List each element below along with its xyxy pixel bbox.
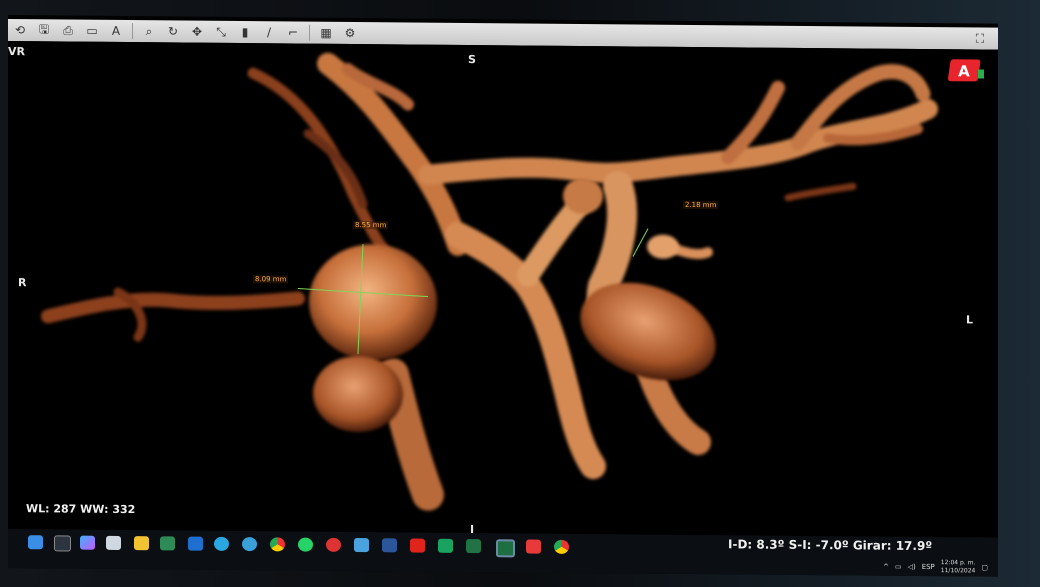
line-icon[interactable]: ∕ [260, 23, 278, 41]
toolbar-right: ⛶ [968, 29, 998, 47]
toolbar-divider [309, 24, 310, 41]
layout-icon[interactable]: ▭ [83, 22, 101, 40]
rotate-icon[interactable]: ⟲ [11, 21, 29, 39]
tray-language[interactable]: ESP [922, 563, 935, 571]
measurement-label: 8.09 mm [253, 275, 289, 284]
record-icon[interactable] [526, 539, 541, 554]
network-icon[interactable]: ▭ [895, 563, 902, 571]
toolbar-divider [132, 23, 133, 40]
meet-icon[interactable] [438, 538, 453, 553]
chevron-up-icon[interactable]: ^ [883, 563, 889, 571]
window-level-readout: WL: 287 WW: 332 [26, 502, 136, 517]
start-icon[interactable] [28, 535, 43, 550]
word-icon[interactable] [382, 538, 397, 553]
crop-icon[interactable]: ⌐ [284, 23, 302, 41]
dicom-icon[interactable] [496, 539, 515, 558]
clock-date: 11/10/2024 [940, 567, 976, 575]
volume-render-viewport[interactable]: VR S R L I 8.55 mm 8.09 mm 2.18 mm A WL:… [8, 41, 998, 540]
whatsapp-icon[interactable] [298, 537, 313, 552]
photos-icon[interactable] [160, 536, 175, 551]
pan-icon[interactable]: ✥ [188, 23, 206, 41]
print-icon[interactable]: ⎙ [59, 21, 77, 39]
reset-icon[interactable]: ↻ [164, 22, 182, 40]
store-icon[interactable] [188, 536, 203, 551]
volume-icon[interactable]: ◁) [908, 563, 916, 571]
settings-icon[interactable]: ⚙ [341, 24, 359, 42]
telegram-icon[interactable] [242, 537, 257, 552]
grid-icon[interactable]: ▦ [317, 24, 335, 42]
orientation-right: L [966, 313, 974, 327]
acrobat-icon[interactable] [410, 538, 425, 553]
excel-icon[interactable] [466, 538, 481, 554]
zoom-icon[interactable]: ⌕ [140, 22, 158, 40]
vessel-render [41, 52, 938, 511]
copilot-icon[interactable] [80, 535, 95, 550]
logo-letter: A [958, 62, 970, 80]
measure-icon[interactable]: ⤡ [212, 23, 230, 41]
viewer-icon[interactable] [326, 537, 341, 552]
fullscreen-icon[interactable]: ⛶ [971, 29, 989, 47]
measurement-label: 8.55 mm [353, 221, 389, 230]
text-icon[interactable]: A [107, 22, 125, 40]
notification-icon[interactable]: ▢ [981, 563, 988, 571]
camera-icon[interactable] [354, 538, 369, 553]
save-icon[interactable]: 🖫 [35, 21, 53, 39]
clock[interactable]: 12:04 p. m. 11/10/2024 [941, 559, 976, 575]
measurement-label: 2.18 mm [683, 200, 719, 210]
view-mode-label: VR [8, 45, 25, 59]
orientation-left: R [18, 276, 27, 290]
chrome-alt-icon[interactable] [270, 537, 285, 552]
orientation-top: S [468, 53, 476, 67]
chrome-canary-icon[interactable] [554, 539, 569, 554]
file-explorer-icon[interactable] [134, 536, 149, 551]
chrome-icon[interactable] [214, 536, 229, 551]
search-icon[interactable] [54, 535, 71, 552]
monitor-screen: ⟲ 🖫 ⎙ ▭ A ⌕ ↻ ✥ ⤡ ▮ ∕ ⌐ ▦ ⚙ ⛶ VR S R L I… [8, 15, 998, 577]
system-tray: ^ ▭ ◁) ESP 12:04 p. m. 11/10/2024 ▢ [883, 559, 988, 576]
app-logo: A [948, 59, 984, 82]
rotation-readout: I-D: 8.3º S-I: -7.0º Girar: 17.9º [728, 537, 933, 554]
edge-icon[interactable] [106, 535, 121, 550]
window-level-icon[interactable]: ▮ [236, 23, 254, 41]
